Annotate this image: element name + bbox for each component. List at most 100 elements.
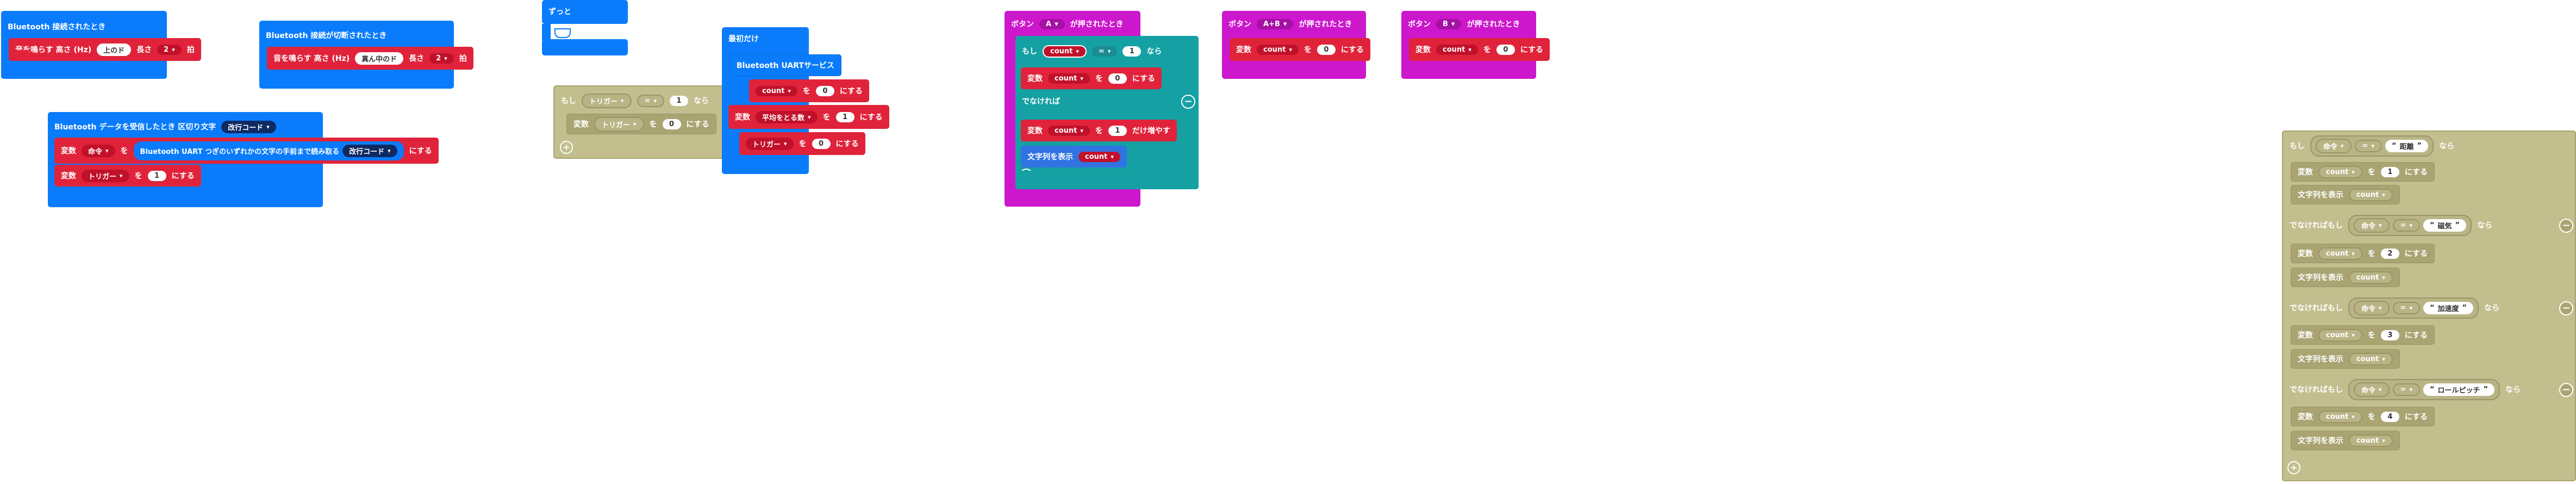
cmd-set-count-4[interactable]: 変数 count を 4 にする (2291, 407, 2435, 426)
cmd-count-dropdown-2[interactable]: count (2318, 247, 2362, 260)
cmd-set-count-1[interactable]: 変数 count を 1 にする (2291, 162, 2435, 182)
cmd-show-1[interactable]: 文字列を表示 count (2291, 185, 2400, 204)
set-trigger-block[interactable]: 変数 トリガー を 1 にする (54, 165, 201, 187)
note-dropdown[interactable]: 上のド (97, 43, 132, 56)
cmd-show-3[interactable]: 文字列を表示 count (2291, 349, 2400, 369)
cmd-count-dropdown-4[interactable]: count (2318, 410, 2362, 423)
trigger-var-dropdown-start[interactable]: トリガー (746, 137, 794, 150)
button-ab-hat-block[interactable]: ボタン A+B▾ が押されたとき 変数 count を 0 にする (1222, 11, 1371, 79)
play-tone-block[interactable]: 音を鳴らす 高さ (Hz) 上のド 長さ 2 拍 (9, 38, 201, 61)
cmd-var-dropdown-2[interactable]: 命令 (2354, 218, 2390, 233)
cmd-compare-4[interactable]: 命令 = “ロールピッチ” (2348, 378, 2500, 400)
count-value-b[interactable]: 0 (1496, 44, 1515, 55)
set-trigger-start-block[interactable]: トリガー を 0 にする (739, 132, 865, 155)
cmd-remove-branch-icon-3[interactable]: − (2559, 301, 2573, 315)
set-trigger-disabled-block[interactable]: 変数 トリガー を 0 にする (566, 114, 716, 134)
note-dropdown-2[interactable]: 真ん中のド (355, 52, 404, 65)
count-var-dropdown-b[interactable]: count (1436, 44, 1478, 55)
cmd-text-4[interactable]: “ロールピッチ” (2423, 383, 2495, 396)
forever-if-block[interactable]: もし トリガー = 1 なら 変数 トリガー を 0 にする + (553, 85, 749, 159)
cmd-show-var-4[interactable]: count (2349, 434, 2393, 447)
beats-dropdown[interactable]: 2 (157, 44, 182, 55)
cmd-count-value-1[interactable]: 1 (2380, 166, 2399, 177)
trigger-var-dropdown[interactable]: トリガー (82, 169, 129, 182)
cmp-value-a[interactable]: 1 (1122, 46, 1142, 57)
cmd-count-dropdown-1[interactable]: count (2318, 165, 2362, 178)
cmd-cmp-dropdown-4[interactable]: = (2392, 383, 2420, 396)
cmd-cmp-dropdown-3[interactable]: = (2392, 301, 2420, 314)
remove-else-icon[interactable]: − (1181, 95, 1195, 109)
play-tone-block-2[interactable]: 音を鳴らす 高さ (Hz) 真ん中のド 長さ 2 拍 (267, 47, 473, 70)
cmd-count-value-4[interactable]: 4 (2380, 411, 2399, 422)
count-var-dropdown-a2[interactable]: count (1048, 125, 1090, 136)
bt-disconnected-hat-block[interactable]: Bluetooth 接続が切断されたとき 音を鳴らす 高さ (Hz) 真ん中のド… (259, 21, 473, 89)
cmd-show-var-3[interactable]: count (2349, 352, 2393, 365)
cmd-compare-2[interactable]: 命令 = “磁気” (2348, 214, 2472, 236)
cmd-text-3[interactable]: “加速度” (2423, 301, 2474, 314)
count-var-dropdown-a1[interactable]: count (1048, 73, 1090, 84)
set-count-start-block[interactable]: count を 0 にする (749, 79, 870, 102)
delimiter-dropdown[interactable]: 改行コード (221, 120, 276, 133)
cmd-set-count-3[interactable]: 変数 count を 3 にする (2291, 325, 2435, 345)
set-var-dropdown[interactable]: トリガー (594, 116, 644, 132)
read-delimiter-dropdown[interactable]: 改行コード (342, 144, 397, 157)
cmd-text-2[interactable]: “磁気” (2423, 219, 2467, 232)
add-branch-icon[interactable]: + (560, 141, 573, 154)
cmd-show-var-1[interactable]: count (2349, 188, 2393, 201)
show-string-block[interactable]: 文字列を表示 count (1021, 146, 1127, 167)
uart-read-until-block[interactable]: Bluetooth UART つぎのいずれかの文字の手前まで読み取る 改行コード (133, 141, 404, 160)
count-cmp-var-dropdown[interactable]: count (1043, 45, 1087, 58)
button-b-dropdown[interactable]: B ▾ (1436, 18, 1462, 29)
command-var-dropdown[interactable]: 命令 (82, 144, 115, 157)
set-value-input[interactable]: 0 (662, 119, 681, 129)
set-count-zero-block[interactable]: 変数 count を 0 にする (1021, 67, 1162, 89)
count-value-a1[interactable]: 0 (1108, 73, 1127, 84)
cmd-cmp-dropdown-2[interactable]: = (2392, 219, 2420, 232)
cmp-dropdown-a[interactable]: = (1091, 46, 1118, 57)
if-value-input[interactable]: 1 (669, 95, 688, 106)
if-var-dropdown[interactable]: トリガー (582, 93, 632, 108)
average-var-dropdown[interactable]: 平均をとる数 (756, 110, 818, 123)
change-count-block[interactable]: 変数 count を 1 だけ増やす (1021, 120, 1177, 141)
show-count-var[interactable]: count (1078, 151, 1120, 162)
set-count-ab-block[interactable]: 変数 count を 0 にする (1230, 38, 1371, 61)
cmd-count-value-2[interactable]: 2 (2380, 248, 2399, 259)
count-value-a2[interactable]: 1 (1108, 125, 1127, 136)
cmd-remove-branch-icon-2[interactable]: − (2559, 219, 2573, 233)
cmd-compare-1[interactable]: 命令 = “距離” (2310, 135, 2434, 157)
cmd-count-value-3[interactable]: 3 (2380, 330, 2399, 340)
cmd-add-branch-icon[interactable]: + (2287, 461, 2300, 474)
cmd-count-dropdown-3[interactable]: count (2318, 328, 2362, 342)
cmd-var-dropdown-4[interactable]: 命令 (2354, 382, 2390, 397)
set-average-block[interactable]: 変数 平均をとる数 を 1 にする (728, 105, 889, 129)
count-var-dropdown-ab[interactable]: count (1257, 44, 1299, 55)
button-a-dropdown[interactable]: A ▾ (1039, 18, 1065, 29)
count-start-input[interactable]: 0 (815, 85, 834, 96)
if-cmp-dropdown[interactable]: = (637, 94, 664, 107)
count-var-dropdown-start[interactable]: count (756, 85, 797, 96)
cmd-show-2[interactable]: 文字列を表示 count (2291, 268, 2400, 287)
count-value-ab[interactable]: 0 (1317, 44, 1336, 55)
trigger-value-input[interactable]: 1 (147, 170, 166, 181)
cmd-show-var-2[interactable]: count (2349, 271, 2393, 284)
bt-connected-hat-block[interactable]: Bluetooth 接続されたとき 音を鳴らす 高さ (Hz) 上のド 長さ 2… (1, 11, 201, 79)
average-input[interactable]: 1 (835, 111, 854, 122)
set-command-block[interactable]: 変数 命令 を Bluetooth UART つぎのいずれかの文字の手前まで読み… (54, 138, 439, 164)
button-ab-dropdown[interactable]: A+B ▾ (1257, 18, 1294, 29)
set-count-b-block[interactable]: 変数 count を 0 にする (1409, 38, 1550, 61)
cmd-compare-3[interactable]: 命令 = “加速度” (2348, 297, 2479, 319)
cmd-cmp-dropdown-1[interactable]: = (2354, 139, 2382, 152)
cmd-show-4[interactable]: 文字列を表示 count (2291, 431, 2400, 450)
forever-block[interactable]: ずっと (542, 0, 628, 24)
variable-label-2: 変数 (61, 172, 76, 181)
trigger-start-input[interactable]: 0 (812, 138, 831, 149)
command-if-chain-block[interactable]: もし 命令 = “距離” なら 変数 count を 1 にする 文字列を表示 … (2282, 131, 2576, 481)
beats-dropdown-2[interactable]: 2 (429, 53, 454, 64)
cmd-var-dropdown-1[interactable]: 命令 (2316, 138, 2352, 153)
cmd-text-1[interactable]: “距離” (2385, 139, 2429, 152)
cmd-remove-branch-icon-4[interactable]: − (2559, 383, 2573, 397)
cmd-set-count-2[interactable]: 変数 count を 2 にする (2291, 244, 2435, 263)
uart-service-block[interactable]: Bluetooth UARTサービス (729, 54, 841, 76)
cmd-var-dropdown-3[interactable]: 命令 (2354, 300, 2390, 315)
button-b-hat-block[interactable]: ボタン B▾ が押されたとき 変数 count を 0 にする (1401, 11, 1550, 79)
